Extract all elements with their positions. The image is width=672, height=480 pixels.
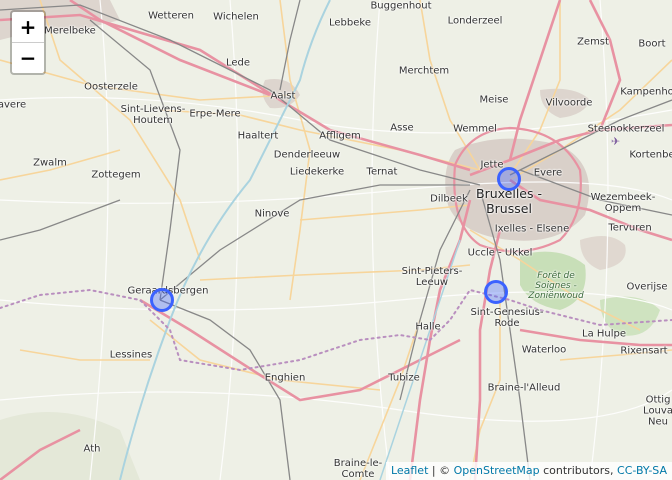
place-label: Ixelles - Elsene [494, 223, 570, 235]
license-link[interactable]: CC-BY-SA [617, 464, 667, 477]
attribution-contributors: contributors, [539, 464, 618, 477]
place-label: Braine-l'Alleud [487, 382, 561, 394]
map-view[interactable]: ✈ Buggenhout Wetteren Wichelen Lebbeke L… [0, 0, 672, 480]
place-label: Merchtem [398, 65, 450, 77]
place-label: Evere [533, 167, 563, 179]
place-label: Dilbeek [430, 193, 468, 205]
place-label: Ath [83, 443, 101, 455]
place-label: Waterloo [521, 344, 567, 356]
circle-marker-sint-genesius[interactable] [484, 280, 508, 304]
leaflet-link[interactable]: Leaflet [391, 464, 428, 477]
place-label: Steenokkerzeel [587, 123, 665, 135]
place-label: Zottegem [91, 169, 141, 181]
osm-link[interactable]: OpenStreetMap [454, 464, 540, 477]
place-label: Enghien [264, 372, 306, 384]
place-label: Meise [479, 94, 509, 106]
place-label: Wichelen [213, 11, 259, 23]
place-label: Aalst [270, 90, 296, 102]
place-label: Buggenhout [370, 0, 432, 12]
place-label: Boort [638, 38, 666, 50]
zoom-control: + − [10, 10, 46, 75]
place-label: Ottig Louva Neu [643, 394, 672, 428]
place-label: avere [0, 99, 27, 111]
attribution-separator: | © [428, 464, 454, 477]
zoom-out-button[interactable]: − [12, 43, 44, 73]
place-label: Lebbeke [329, 17, 371, 29]
place-label: Jette [480, 159, 504, 171]
circle-marker-geraardsbergen[interactable] [150, 288, 174, 312]
place-label: La Hulpe [581, 328, 627, 340]
place-label: Braine-le- Comte [333, 458, 383, 480]
place-label: Haaltert [237, 130, 279, 142]
place-label: Wezembeek- Oppem [590, 192, 656, 214]
place-label: Merelbeke [44, 25, 96, 37]
airport-icon: ✈ [611, 135, 620, 148]
place-label: Vilvoorde [545, 97, 593, 109]
zoom-in-button[interactable]: + [12, 12, 44, 43]
place-label: Sint-Pieters- Leeuw [401, 266, 463, 288]
place-label: Tervuren [608, 222, 652, 234]
place-label: Affligem [319, 130, 361, 142]
place-label: Kortenbe [629, 149, 672, 161]
place-label: Wetteren [148, 10, 194, 22]
place-label: Lessines [109, 349, 153, 361]
place-label: Ninove [254, 208, 290, 220]
place-label: Overijse [626, 281, 668, 293]
place-label: Sint-Lievens- Houtem [120, 104, 186, 126]
place-label: Wemmel [453, 123, 497, 135]
attribution: Leaflet | © OpenStreetMap contributors, … [385, 462, 672, 480]
place-label: Ternat [366, 166, 398, 178]
place-label: Denderleeuw [273, 149, 341, 161]
place-label: Kampenho [620, 86, 672, 98]
place-label: Lede [225, 57, 251, 69]
field-area [0, 412, 140, 480]
place-label: Halle [415, 321, 441, 333]
circle-marker-brussels[interactable] [497, 167, 521, 191]
place-label: Zwalm [33, 157, 67, 169]
forest-label: Forêt de Soignes - Zoniënwoud [528, 271, 584, 301]
place-label: Tubize [388, 372, 420, 384]
place-label: Rixensart [620, 345, 668, 357]
place-label: Asse [390, 122, 414, 134]
map-tiles: ✈ [0, 0, 672, 480]
place-label: Erpe-Mere [189, 108, 241, 120]
place-label: Londerzeel [447, 15, 503, 27]
place-label: Zemst [577, 36, 609, 48]
place-label: Uccle - Ukkel [467, 247, 533, 259]
place-label: Sint-Genesius- Rode [470, 307, 544, 329]
urban-area-tervuren [580, 236, 626, 270]
place-label: Oosterzele [84, 81, 138, 93]
place-label: Liedekerke [289, 166, 345, 178]
